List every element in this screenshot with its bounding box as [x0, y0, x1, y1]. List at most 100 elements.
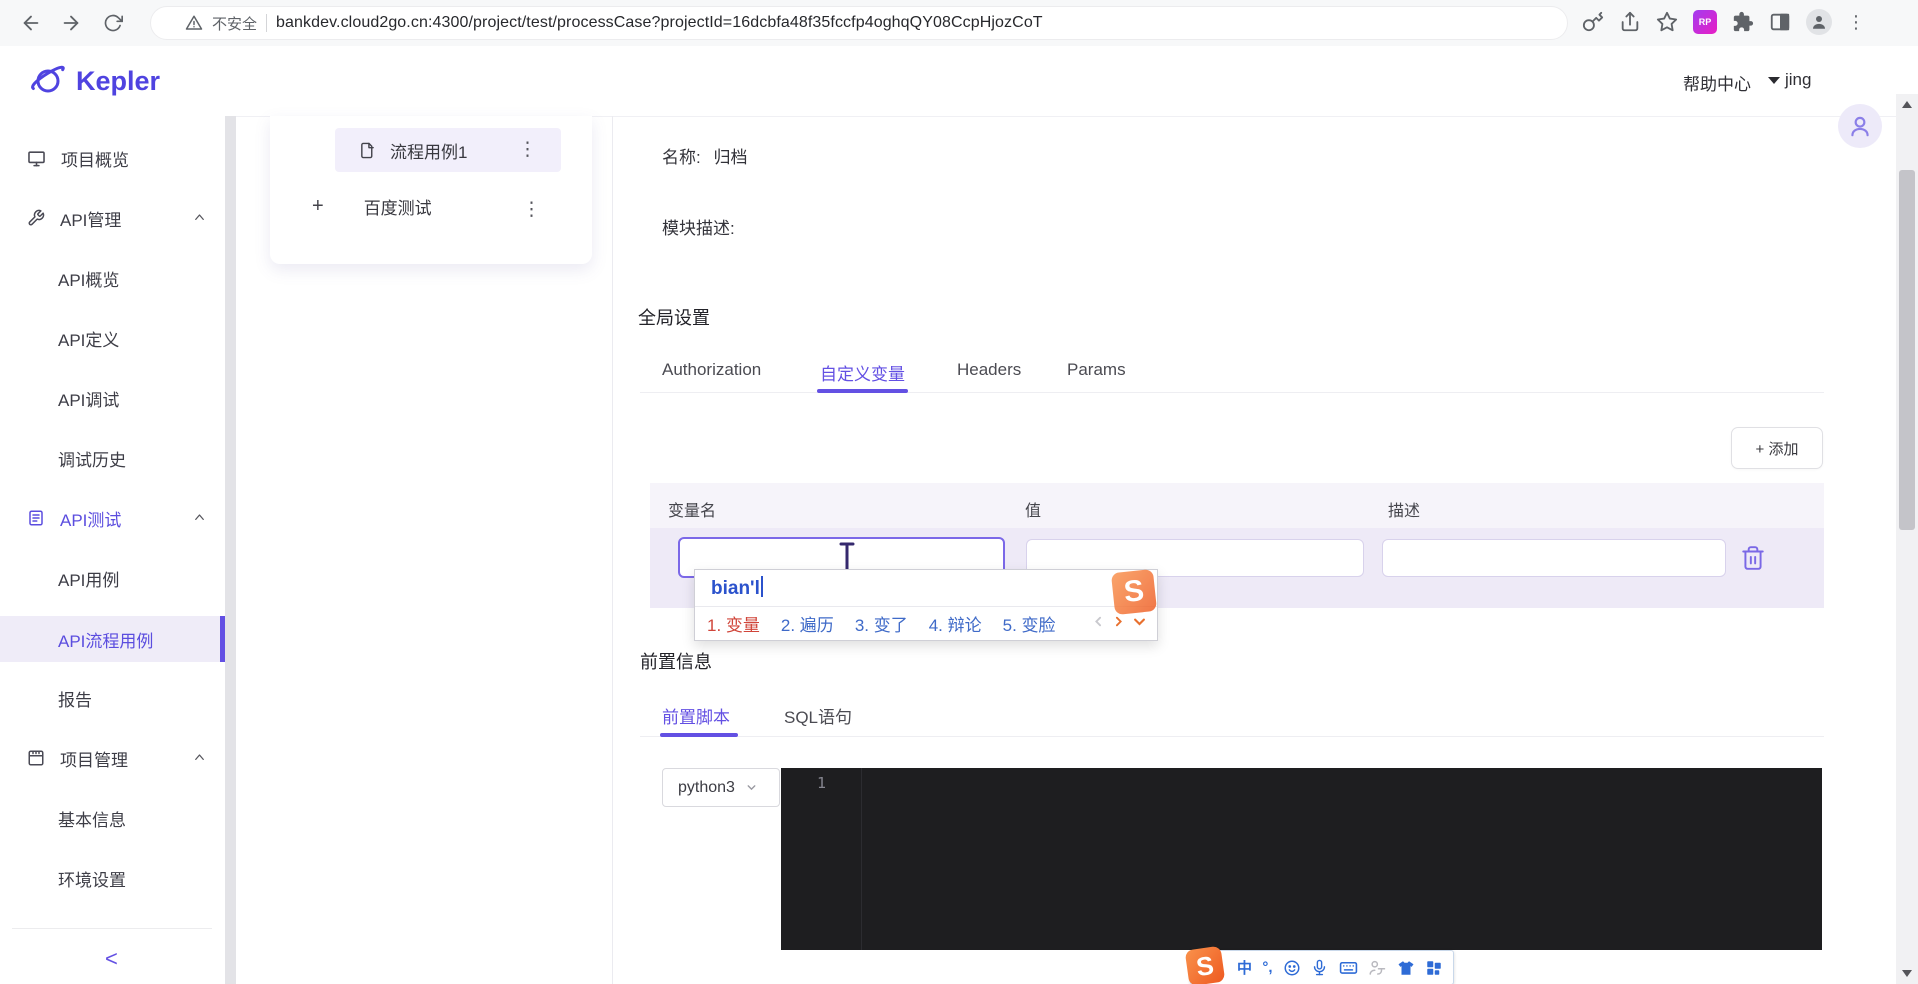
col-variable-name: 变量名 [668, 503, 717, 520]
browser-profile-button[interactable] [1806, 9, 1832, 35]
more-menu-icon[interactable]: ⋮ [518, 140, 537, 159]
security-warning[interactable]: 不安全 [212, 13, 257, 34]
kepler-logo[interactable]: Kepler [28, 61, 160, 101]
sidebar-item-api-overview[interactable]: API概览 [0, 256, 225, 300]
sidebar-item-api-process-case[interactable]: API流程用例 [0, 616, 225, 662]
chevron-up-icon[interactable] [192, 750, 207, 765]
sidebar-item-label: 报告 [58, 690, 92, 710]
rp-extension-icon[interactable]: RP [1693, 10, 1717, 34]
forward-icon [63, 15, 79, 31]
ime-candidate-4[interactable]: 4. 辩论 [929, 611, 982, 636]
ime-candidate-5[interactable]: 5. 变脸 [1003, 611, 1056, 636]
puzzle-icon[interactable] [1732, 11, 1754, 33]
pre-info-title: 前置信息 [640, 652, 712, 672]
language-select[interactable]: python3 [662, 768, 780, 807]
keyboard-icon[interactable] [1339, 958, 1358, 977]
sidebar-item-label: API测试 [60, 510, 122, 530]
sidebar-item-label: API定义 [58, 330, 120, 350]
project-manage-icon [28, 750, 44, 766]
ime-mode-toggle[interactable]: 中 [1237, 957, 1252, 978]
ime-caret [760, 576, 763, 597]
ime-punct-toggle[interactable]: °, [1262, 959, 1272, 976]
toolbox-grid-icon[interactable] [1425, 959, 1443, 977]
sidebar-item-basic-info[interactable]: 基本信息 [0, 796, 225, 840]
emoji-icon[interactable] [1283, 959, 1301, 977]
chevron-right-icon[interactable] [1112, 614, 1125, 629]
sidebar-collapse-button[interactable]: < [95, 942, 128, 976]
chevron-left-icon[interactable] [1092, 614, 1105, 629]
sidebar-item-api-debug[interactable]: API调试 [0, 376, 225, 420]
description-input[interactable] [1382, 539, 1726, 577]
sogou-logo-icon: S [1110, 568, 1158, 616]
sidebar-item-label: 环境设置 [58, 870, 126, 890]
tab-authorization[interactable]: Authorization [662, 360, 761, 380]
sidebar-item-debug-history[interactable]: 调试历史 [0, 436, 225, 480]
skin-icon[interactable] [1397, 959, 1415, 977]
editor-line-number: 1 [817, 774, 827, 792]
add-variable-button[interactable]: + 添加 [1731, 427, 1823, 469]
browser-actions: RP ⋮ [1582, 9, 1865, 35]
browser-menu-icon[interactable]: ⋮ [1847, 13, 1865, 31]
chevron-down-icon[interactable] [1132, 614, 1147, 629]
expand-plus-icon[interactable]: + [312, 195, 324, 218]
url-bar[interactable]: 不安全 bankdev.cloud2go.cn:4300/project/tes… [150, 6, 1568, 40]
mic-icon[interactable] [1311, 959, 1328, 976]
sidebar-item-label: API概览 [58, 270, 120, 290]
code-editor[interactable]: 1 [781, 768, 1822, 950]
scroll-up-icon[interactable] [1902, 101, 1912, 108]
share-icon[interactable] [1619, 11, 1641, 33]
file-icon [361, 142, 374, 158]
key-icon[interactable] [1582, 11, 1604, 33]
back-button[interactable] [18, 10, 44, 36]
col-description: 描述 [1388, 503, 1421, 520]
refresh-icon [104, 14, 123, 32]
trash-icon[interactable] [1740, 544, 1766, 572]
refresh-button[interactable] [100, 10, 126, 36]
name-value: 归档 [713, 148, 748, 167]
tree-item-baidu-test[interactable]: + 百度测试 [312, 194, 432, 219]
kepler-logo-icon [31, 65, 65, 93]
url-text: bankdev.cloud2go.cn:4300/project/test/pr… [276, 14, 1043, 31]
forward-button[interactable] [58, 10, 84, 36]
more-menu-icon[interactable]: ⋮ [522, 200, 541, 219]
tab-pre-script[interactable]: 前置脚本 [662, 703, 730, 728]
scroll-down-icon[interactable] [1902, 970, 1912, 977]
tab-custom-variables[interactable]: 自定义变量 [820, 360, 905, 385]
help-center-link[interactable]: 帮助中心 [1683, 70, 1751, 95]
split-view-icon[interactable] [1769, 11, 1791, 33]
chevron-up-icon[interactable] [192, 510, 207, 525]
sidebar-item-api-manage[interactable]: API管理 [0, 196, 225, 240]
sidebar-item-project-overview[interactable]: 项目概览 [0, 136, 225, 180]
star-icon[interactable] [1656, 11, 1678, 33]
ime-toolbar-icons: 中 °, [1233, 951, 1447, 984]
pre-tabbar-baseline [640, 736, 1824, 737]
ime-composition: bian'l [711, 576, 763, 600]
user-avatar[interactable] [1838, 104, 1882, 148]
tab-params[interactable]: Params [1067, 360, 1126, 380]
tab-sql[interactable]: SQL语句 [784, 703, 852, 728]
sidebar-item-label: 项目概览 [61, 150, 129, 170]
sidebar-item-env-settings[interactable]: 环境设置 [0, 856, 225, 900]
sogou-toolbar-logo-icon[interactable]: S [1184, 945, 1226, 984]
profile-icon [1813, 16, 1825, 29]
logo-text: Kepler [76, 65, 161, 96]
sidebar-item-project-manage[interactable]: 项目管理 [0, 736, 225, 780]
scrollbar-thumb[interactable] [1899, 170, 1915, 530]
sidebar-item-report[interactable]: 报告 [0, 676, 225, 720]
api-test-icon [29, 510, 43, 526]
chevron-up-icon[interactable] [192, 210, 207, 225]
ime-divider [695, 606, 1157, 607]
user-dropdown[interactable]: jing [1768, 70, 1811, 90]
sidebar-item-api-case[interactable]: API用例 [0, 556, 225, 600]
sidebar-item-api-test[interactable]: API测试 [0, 496, 225, 540]
language-value: python3 [678, 778, 735, 796]
ime-candidate-3[interactable]: 3. 变了 [855, 611, 908, 636]
warning-icon [185, 15, 203, 30]
ime-candidate-2[interactable]: 2. 遍历 [781, 611, 834, 636]
translate-icon[interactable] [1368, 959, 1386, 977]
sidebar-item-api-define[interactable]: API定义 [0, 316, 225, 360]
tab-headers[interactable]: Headers [957, 360, 1021, 380]
avatar-person-icon [1851, 116, 1869, 137]
caret-down-icon [1768, 76, 1780, 84]
ime-candidate-1[interactable]: 1. 变量 [707, 611, 760, 636]
